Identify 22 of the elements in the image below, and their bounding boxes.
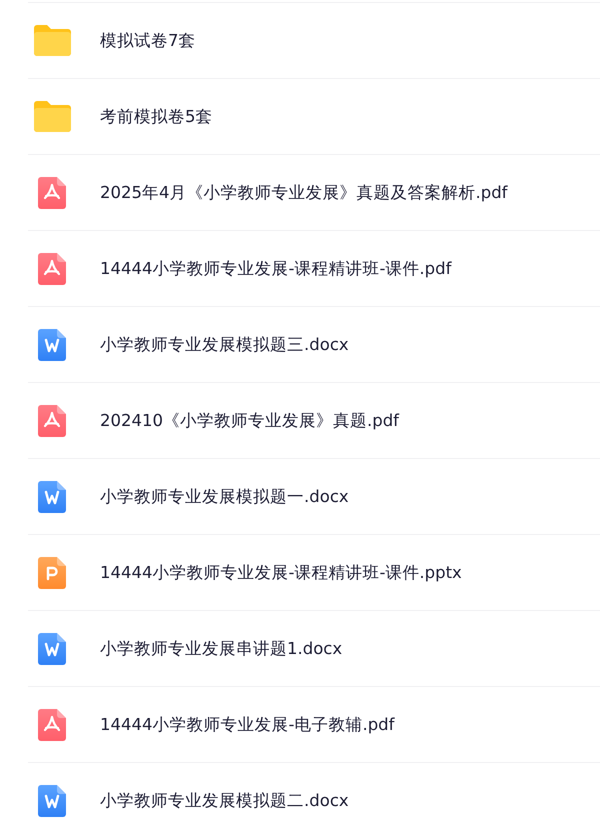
document-icon [38, 328, 66, 360]
file-name[interactable]: 考前模拟卷5套 [100, 106, 212, 128]
document-icon [38, 632, 66, 664]
file-name[interactable]: 14444小学教师专业发展-电子教辅.pdf [100, 714, 394, 736]
file-name[interactable]: 小学教师专业发展模拟题三.docx [100, 334, 349, 356]
document-icon [38, 556, 66, 588]
file-name[interactable]: 小学教师专业发展串讲题1.docx [100, 638, 342, 660]
file-name[interactable]: 模拟试卷7套 [100, 30, 196, 52]
file-name[interactable]: 202410《小学教师专业发展》真题.pdf [100, 410, 399, 432]
folder-icon [34, 101, 70, 132]
pdf-icon [38, 176, 66, 208]
file-name[interactable]: 2025年4月《小学教师专业发展》真题及答案解析.pdf [100, 182, 508, 204]
pdf-icon [38, 708, 66, 740]
file-name[interactable]: 14444小学教师专业发展-课程精讲班-课件.pptx [100, 562, 462, 584]
file-name[interactable]: 小学教师专业发展模拟题二.docx [100, 790, 349, 812]
pdf-icon [38, 252, 66, 284]
pdf-icon [38, 404, 66, 436]
folder-icon [34, 25, 70, 56]
file-name[interactable]: 14444小学教师专业发展-课程精讲班-课件.pdf [100, 258, 452, 280]
document-icon [38, 784, 66, 816]
file-name[interactable]: 小学教师专业发展模拟题一.docx [100, 486, 349, 508]
document-icon [38, 480, 66, 512]
